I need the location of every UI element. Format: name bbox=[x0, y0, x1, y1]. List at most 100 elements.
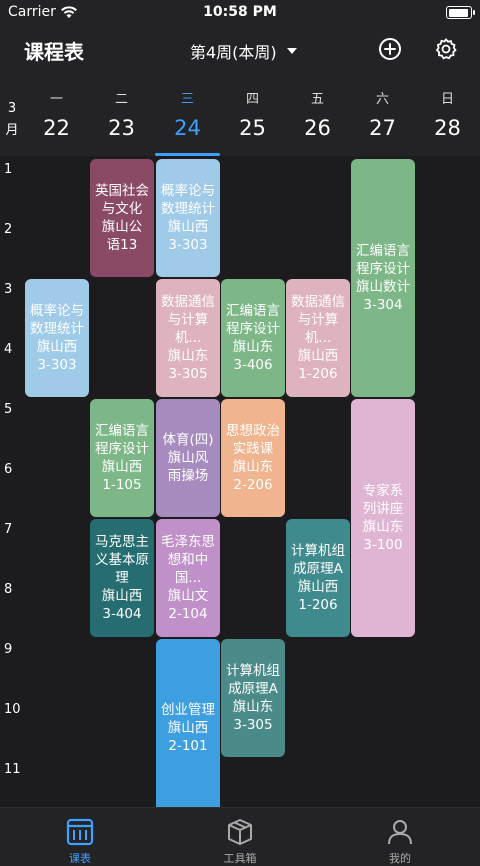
course-text-line: 旗山公 bbox=[101, 219, 143, 235]
course-card[interactable]: 数据通信 与计算 机... 旗山西 1-206 bbox=[286, 279, 350, 397]
month-label: 3 月 bbox=[5, 101, 19, 138]
course-text-line: 3-100 bbox=[363, 537, 403, 553]
course-text-line: 列讲座 bbox=[362, 501, 404, 517]
course-text-line: 旗山东 bbox=[167, 348, 209, 364]
tab-label: 工具箱 bbox=[223, 852, 257, 865]
period-number: 11 bbox=[4, 762, 21, 777]
date-label: 26 bbox=[304, 116, 331, 140]
day-column-header: 六 27 bbox=[350, 72, 415, 156]
weekday-label: 三 bbox=[180, 92, 194, 107]
weekday-label: 四 bbox=[245, 92, 259, 107]
date-label: 25 bbox=[239, 116, 266, 140]
period-number: 5 bbox=[4, 402, 13, 417]
day-column-header: 四 25 bbox=[220, 72, 285, 156]
course-text-line: 2-104 bbox=[168, 606, 208, 622]
course-text-line: 理 bbox=[115, 570, 129, 586]
course-text-line: 概率论与 bbox=[30, 303, 84, 319]
course-text-line: 程序设计 bbox=[356, 261, 410, 277]
course-text-line: 3-305 bbox=[233, 717, 273, 733]
period-number: 8 bbox=[4, 582, 13, 597]
period-number: 9 bbox=[4, 642, 13, 657]
settings-button[interactable] bbox=[434, 37, 458, 61]
course-text-line: 旗山数计 bbox=[356, 279, 410, 295]
course-card[interactable]: 汇编语言 程序设计 旗山数计 3-304 bbox=[351, 159, 415, 397]
course-text-line: 数据通信 bbox=[291, 294, 345, 310]
course-text-line: 旗山文 bbox=[167, 588, 209, 604]
tab-label: 我的 bbox=[389, 852, 411, 865]
date-label: 23 bbox=[108, 116, 135, 140]
course-text-line: 毛泽东思 bbox=[161, 534, 215, 550]
course-text-line: 旗山西 bbox=[36, 339, 78, 355]
add-course-button[interactable] bbox=[378, 37, 402, 61]
caret-down-icon bbox=[286, 48, 297, 54]
course-text-line: 语13 bbox=[106, 237, 138, 253]
course-text-line: 创业管理 bbox=[161, 702, 215, 718]
course-card[interactable]: 概率论与 数理统计 旗山西 3-303 bbox=[25, 279, 89, 397]
course-text-line: 旗山东 bbox=[232, 699, 274, 715]
course-text-line: 国... bbox=[174, 570, 202, 586]
course-text-line: 数据通信 bbox=[161, 294, 215, 310]
course-text-line: 2-101 bbox=[168, 738, 208, 754]
period-number: 2 bbox=[4, 222, 13, 237]
status-time: 10:58 PM bbox=[203, 4, 277, 20]
course-card[interactable]: 计算机组 成原理A 旗山东 3-305 bbox=[221, 639, 285, 757]
course-text-line: 2-206 bbox=[233, 477, 273, 493]
course-text-line: 机... bbox=[174, 330, 202, 346]
course-text-line: 体育(四) bbox=[162, 432, 214, 448]
timetable-grid[interactable]: 1 2 3 4 5 6 7 8 9 10 11 英国社会 与文化 旗山公 语13 概率论与 数理统计 旗山西 3-… bbox=[0, 156, 480, 807]
course-text-line: 雨操场 bbox=[167, 468, 209, 484]
course-text-line: 计算机组 bbox=[226, 663, 280, 679]
weekday-label: 二 bbox=[114, 92, 128, 107]
calendar-icon bbox=[66, 818, 94, 846]
period-number: 7 bbox=[4, 522, 13, 537]
course-text-line: 成原理A bbox=[293, 561, 343, 577]
week-header: 3 月 一 22 二 23 三 24 四 25 五 26 六 27 日 28 bbox=[0, 72, 480, 156]
course-card[interactable]: 专家系 列讲座 旗山东 3-100 bbox=[351, 399, 415, 637]
course-text-line: 旗山西 bbox=[167, 219, 209, 235]
day-column-header: 三 24 bbox=[155, 72, 220, 156]
course-text-line: 计算机组 bbox=[291, 543, 345, 559]
week-selector[interactable]: 第4周(本周) bbox=[190, 39, 297, 63]
course-text-line: 汇编语言 bbox=[95, 423, 149, 439]
period-number: 1 bbox=[4, 162, 13, 177]
course-text-line: 程序设计 bbox=[226, 321, 280, 337]
course-card[interactable]: 概率论与 数理统计 旗山西 3-303 bbox=[156, 159, 220, 277]
tab-profile[interactable]: 我的 bbox=[350, 808, 450, 866]
nav-bar: 课程表 第4周(本周) bbox=[0, 26, 480, 72]
course-text-line: 与计算 bbox=[297, 312, 339, 328]
course-text-line: 旗山西 bbox=[297, 348, 339, 364]
tab-toolbox[interactable]: 工具箱 bbox=[190, 808, 290, 866]
period-number: 10 bbox=[4, 702, 21, 717]
course-text-line: 概率论与 bbox=[161, 183, 215, 199]
period-number: 6 bbox=[4, 462, 13, 477]
course-card[interactable]: 计算机组 成原理A 旗山西 1-206 bbox=[286, 519, 350, 637]
course-card[interactable]: 思想政治 实践课 旗山东 2-206 bbox=[221, 399, 285, 517]
course-text-line: 程序设计 bbox=[95, 441, 149, 457]
course-text-line: 1-206 bbox=[298, 597, 338, 613]
course-card[interactable]: 毛泽东思想和中国... 旗山文 2-104 bbox=[156, 519, 220, 637]
course-card[interactable]: 体育(四) 旗山风 雨操场 bbox=[156, 399, 220, 517]
course-card[interactable]: 汇编语言 程序设计 旗山西 1-105 bbox=[90, 399, 154, 517]
course-text-line: 1-206 bbox=[298, 366, 338, 382]
course-card[interactable]: 创业管理 旗山西 2-101 bbox=[156, 639, 220, 807]
course-text-line: 旗山东 bbox=[232, 339, 274, 355]
course-text-line: 3-406 bbox=[233, 357, 273, 373]
tab-schedule[interactable]: 课表 bbox=[30, 808, 130, 866]
period-number: 3 bbox=[4, 282, 13, 297]
week-label: 第4周(本周) bbox=[190, 43, 277, 62]
weekday-label: 日 bbox=[440, 92, 454, 107]
day-column-header: 二 23 bbox=[89, 72, 154, 156]
date-label: 28 bbox=[434, 116, 461, 140]
date-label: 22 bbox=[43, 116, 70, 140]
course-text-line: 与计算 bbox=[167, 312, 209, 328]
course-card[interactable]: 汇编语言程序设计旗山东 3-406 bbox=[221, 279, 285, 397]
course-text-line: 思想政治 bbox=[226, 423, 280, 439]
course-card[interactable]: 英国社会 与文化 旗山公 语13 bbox=[90, 159, 154, 277]
course-text-line: 汇编语言 bbox=[226, 303, 280, 319]
status-bar: Carrier 10:58 PM bbox=[0, 0, 480, 26]
course-text-line: 3-303 bbox=[168, 237, 208, 253]
course-text-line: 旗山东 bbox=[362, 519, 404, 535]
course-text-line: 想和中 bbox=[167, 552, 209, 568]
course-card[interactable]: 数据通信 与计算 机... 旗山东 3-305 bbox=[156, 279, 220, 397]
course-card[interactable]: 马克思主 义基本原理旗山西 3-404 bbox=[90, 519, 154, 637]
